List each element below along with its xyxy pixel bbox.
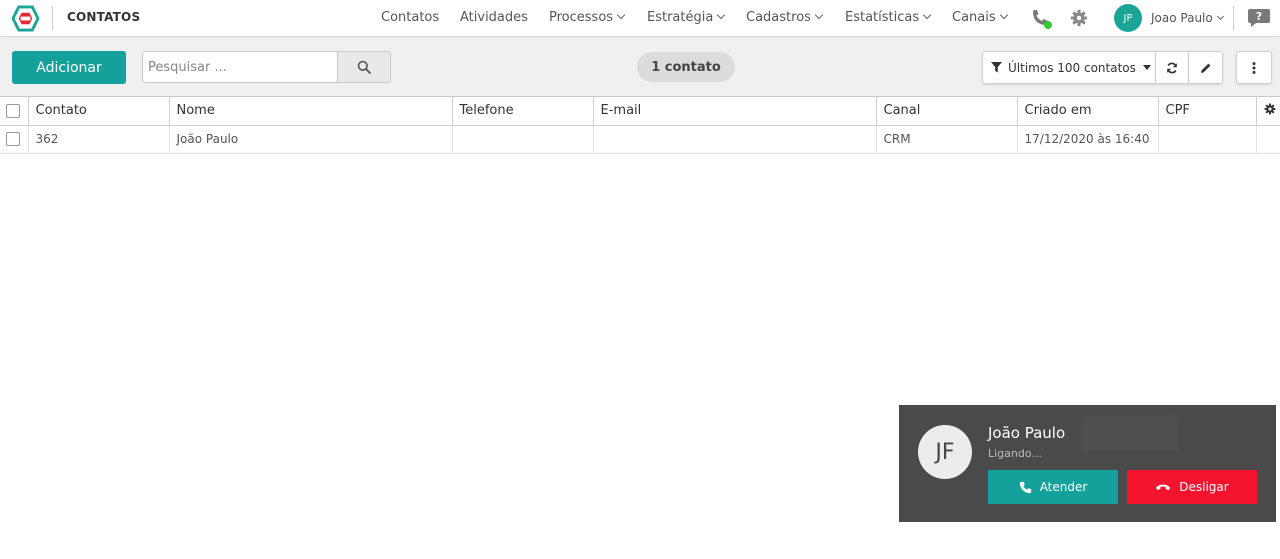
help-icon[interactable]: ? bbox=[1247, 8, 1271, 28]
select-all-cell[interactable] bbox=[0, 97, 29, 126]
column-header-nome[interactable]: Nome bbox=[169, 97, 453, 126]
contacts-table: Contato Nome Telefone E-mail Canal Criad… bbox=[0, 97, 1280, 154]
pencil-icon bbox=[1200, 63, 1210, 73]
nav-item-processos[interactable]: Processos bbox=[549, 10, 626, 25]
contact-count-badge: 1 contato bbox=[637, 52, 735, 82]
answer-call-button[interactable]: Atender bbox=[988, 470, 1118, 504]
caller-number-redacted bbox=[1082, 417, 1177, 451]
cell-email[interactable] bbox=[593, 125, 877, 154]
filter-dropdown[interactable]: Últimos 100 contatos bbox=[982, 51, 1156, 84]
chevron-down-icon bbox=[999, 10, 1008, 20]
vertical-dots-icon bbox=[1252, 61, 1256, 74]
nav-item-atividades[interactable]: Atividades bbox=[460, 10, 528, 25]
chevron-down-icon bbox=[616, 10, 626, 20]
chevron-down-icon bbox=[922, 10, 932, 20]
search-input[interactable] bbox=[142, 51, 338, 83]
toolbar: Adicionar 1 contato Últimos 100 contatos bbox=[0, 38, 1280, 97]
phone-status-icon[interactable] bbox=[1030, 8, 1052, 30]
table-header-row: Contato Nome Telefone E-mail Canal Criad… bbox=[0, 97, 1280, 126]
column-header-email[interactable]: E-mail bbox=[593, 97, 877, 126]
caller-avatar: JF bbox=[918, 425, 972, 479]
caller-name: João Paulo bbox=[988, 424, 1066, 442]
row-checkbox[interactable] bbox=[6, 132, 20, 147]
column-header-contato[interactable]: Contato bbox=[28, 97, 170, 126]
brand-separator bbox=[52, 6, 53, 30]
search-button[interactable] bbox=[337, 51, 391, 83]
hangup-phone-icon bbox=[1156, 484, 1171, 491]
cell-nome[interactable]: João Paulo bbox=[169, 125, 453, 154]
edit-button[interactable] bbox=[1188, 51, 1223, 84]
user-avatar[interactable]: JP bbox=[1114, 4, 1142, 32]
cell-empty bbox=[1256, 125, 1280, 154]
top-separator bbox=[1233, 6, 1234, 30]
more-options-button[interactable] bbox=[1236, 51, 1272, 84]
hangup-call-button[interactable]: Desligar bbox=[1127, 470, 1257, 504]
table-row[interactable]: 362 João Paulo CRM 17/12/2020 às 16:40 bbox=[0, 125, 1280, 154]
select-all-checkbox[interactable] bbox=[6, 103, 20, 118]
search-icon bbox=[357, 60, 371, 74]
column-header-canal[interactable]: Canal bbox=[876, 97, 1018, 126]
column-settings-cell[interactable] bbox=[1256, 97, 1280, 126]
call-status: Ligando... bbox=[988, 447, 1042, 460]
column-settings-icon[interactable] bbox=[1264, 103, 1276, 115]
column-header-telefone[interactable]: Telefone bbox=[452, 97, 594, 126]
page-title: CONTATOS bbox=[67, 10, 141, 24]
cell-canal[interactable]: CRM bbox=[876, 125, 1018, 154]
refresh-button[interactable] bbox=[1155, 51, 1189, 84]
logo-icon[interactable] bbox=[12, 5, 39, 32]
column-header-cpf[interactable]: CPF bbox=[1158, 97, 1257, 126]
column-header-criado-em[interactable]: Criado em bbox=[1017, 97, 1159, 126]
refresh-icon bbox=[1167, 62, 1177, 73]
filter-label: Últimos 100 contatos bbox=[1008, 60, 1136, 75]
cell-criado-em[interactable]: 17/12/2020 às 16:40 bbox=[1017, 125, 1159, 154]
cell-telefone[interactable] bbox=[452, 125, 594, 154]
top-navbar: CONTATOS Contatos Atividades Processos E… bbox=[0, 0, 1280, 37]
cell-contato[interactable]: 362 bbox=[28, 125, 170, 154]
nav-item-cadastros[interactable]: Cadastros bbox=[746, 10, 824, 25]
caret-down-icon bbox=[1142, 65, 1151, 70]
svg-text:?: ? bbox=[1256, 10, 1262, 23]
chevron-down-icon bbox=[814, 10, 824, 20]
call-panel: JF João Paulo Ligando... Atender Desliga… bbox=[899, 405, 1276, 522]
add-contact-button[interactable]: Adicionar bbox=[12, 51, 126, 84]
user-menu[interactable]: Joao Paulo bbox=[1151, 11, 1224, 25]
nav-item-estrategia[interactable]: Estratégia bbox=[647, 10, 726, 25]
nav-item-canais[interactable]: Canais bbox=[952, 10, 1008, 25]
gear-icon[interactable] bbox=[1070, 9, 1088, 27]
phone-icon bbox=[1019, 481, 1031, 493]
filter-icon bbox=[991, 62, 1002, 73]
nav-item-estatisticas[interactable]: Estatísticas bbox=[845, 10, 932, 25]
chevron-down-icon bbox=[717, 10, 726, 20]
cell-cpf[interactable] bbox=[1158, 125, 1257, 154]
chevron-down-icon bbox=[1216, 12, 1224, 21]
nav-item-contatos[interactable]: Contatos bbox=[381, 10, 439, 25]
row-select-cell[interactable] bbox=[0, 125, 29, 154]
